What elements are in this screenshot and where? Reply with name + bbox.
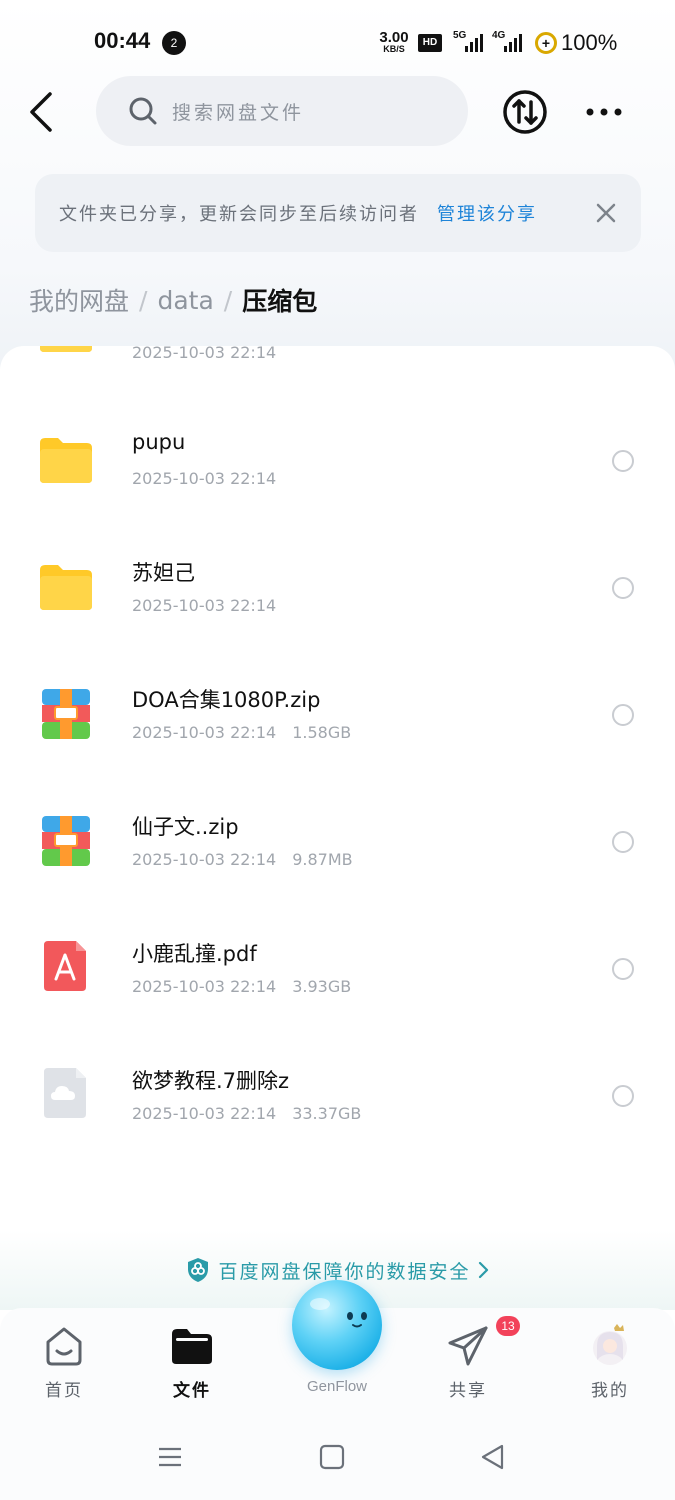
select-radio[interactable] (612, 958, 634, 980)
shield-icon (188, 1258, 209, 1282)
nav-mine-label: 我的 (591, 1381, 629, 1401)
network-speed-value: 3.00 (379, 29, 409, 46)
file-name: 小鹿乱撞.pdf (132, 942, 257, 966)
file-name: pupu (132, 430, 186, 454)
status-bar: 00:44 2 3.00 KB/S HD 5G 4G + 100% (0, 0, 675, 80)
genflow-button[interactable] (292, 1280, 382, 1370)
select-radio[interactable] (612, 577, 634, 599)
back-button[interactable] (22, 90, 62, 134)
file-date: 2025-10-03 22:14 (132, 346, 277, 362)
share-notice-message: 文件夹已分享，更新会同步至后续访问者 (59, 204, 419, 225)
file-size: 3.93GB (292, 977, 352, 996)
avatar (593, 1324, 627, 1365)
zip-archive-icon (42, 816, 90, 866)
system-navigation-bar (0, 1420, 675, 1500)
menu-icon[interactable] (155, 1442, 185, 1472)
transfer-icon (503, 90, 547, 134)
nav-share-label: 共享 (449, 1381, 487, 1401)
file-meta: 2025-10-03 22:14 9.87MB (132, 850, 353, 869)
share-notification-badge: 13 (496, 1316, 520, 1336)
pdf-icon (44, 941, 86, 991)
breadcrumb-separator: / (139, 285, 148, 315)
file-name: DOA合集1080P.zip (132, 688, 321, 712)
file-meta: 2025-10-03 22:14 33.37GB (132, 1104, 361, 1123)
file-size: 1.58GB (292, 723, 352, 742)
nav-genflow-label: GenFlow (306, 1378, 368, 1395)
file-name: 欲梦教程.7删除z (132, 1069, 290, 1093)
manage-share-link[interactable]: 管理该分享 (437, 200, 537, 226)
back-triangle-icon[interactable] (478, 1442, 508, 1472)
search-icon (129, 97, 157, 125)
status-time: 00:44 (94, 28, 151, 53)
network-speed: 3.00 KB/S (376, 30, 412, 54)
select-radio[interactable] (612, 1085, 634, 1107)
select-radio[interactable] (612, 831, 634, 853)
chevron-right-icon (478, 1261, 488, 1279)
chevron-left-icon (30, 92, 52, 132)
breadcrumb-item-data[interactable]: data (157, 286, 213, 315)
close-icon[interactable] (595, 202, 617, 224)
folder-icon (40, 565, 92, 610)
search-input[interactable]: 搜索网盘文件 (96, 76, 468, 146)
breadcrumb-separator: / (223, 285, 233, 315)
nav-mine[interactable]: 我的 (560, 1308, 660, 1420)
home-square-icon[interactable] (317, 1442, 347, 1472)
folder-icon (40, 438, 92, 483)
file-meta: 2025-10-03 22:14 (132, 346, 276, 362)
file-date: 2025-10-03 22:14 (132, 723, 277, 742)
select-radio[interactable] (612, 450, 634, 472)
file-date: 2025-10-03 22:14 (132, 469, 277, 488)
nav-files[interactable]: 文件 (142, 1308, 242, 1420)
file-size: 9.87MB (292, 850, 353, 869)
nav-home-label: 首页 (45, 1381, 83, 1401)
paper-plane-icon (448, 1326, 488, 1366)
more-dots-icon (586, 108, 622, 116)
file-date: 2025-10-03 22:14 (132, 1104, 277, 1123)
select-radio[interactable] (612, 704, 634, 726)
folder-icon (40, 346, 92, 352)
unknown-file-cloud-icon (44, 1068, 86, 1118)
battery-saver-icon: + (535, 32, 557, 54)
file-size: 33.37GB (292, 1104, 362, 1123)
file-date: 2025-10-03 22:14 (132, 596, 277, 615)
transfer-list-button[interactable] (502, 89, 548, 135)
more-options-button[interactable] (584, 100, 624, 124)
file-row[interactable]: 仙子文..zip 2025-10-03 22:14 9.87MB (0, 777, 675, 904)
file-row[interactable]: 苏妲己 2025-10-03 22:14 (0, 523, 675, 650)
file-list: 2025-10-03 22:14 pupu 2025-10-03 22:14 苏… (0, 346, 675, 1246)
network-speed-unit: KB/S (383, 44, 405, 54)
file-row[interactable]: DOA合集1080P.zip 2025-10-03 22:14 1.58GB (0, 650, 675, 777)
notification-count-badge: 2 (162, 31, 186, 55)
genflow-face-icon (310, 1298, 367, 1328)
nav-files-label: 文件 (173, 1381, 211, 1401)
file-row[interactable]: pupu 2025-10-03 22:14 (0, 396, 675, 523)
share-notice-banner: 文件夹已分享，更新会同步至后续访问者 管理该分享 (35, 174, 641, 252)
file-date: 2025-10-03 22:14 (132, 850, 277, 869)
file-meta: 2025-10-03 22:14 1.58GB (132, 723, 351, 742)
hd-voice-icon: HD (418, 34, 442, 52)
file-date: 2025-10-03 22:14 (132, 977, 277, 996)
zip-archive-icon (42, 689, 90, 739)
breadcrumb-item-my-disk[interactable]: 我的网盘 (29, 282, 129, 318)
file-meta: 2025-10-03 22:14 (132, 469, 276, 488)
battery-percentage: 100% (561, 30, 618, 55)
breadcrumb-current: 压缩包 (242, 287, 318, 316)
search-placeholder: 搜索网盘文件 (172, 101, 305, 124)
file-meta: 2025-10-03 22:14 3.93GB (132, 977, 351, 996)
file-row[interactable]: 2025-10-03 22:14 (0, 346, 675, 393)
folder-filled-icon (172, 1329, 212, 1364)
home-icon (46, 1327, 82, 1366)
nav-home[interactable]: 首页 (14, 1308, 114, 1420)
file-name: 仙子文..zip (132, 815, 239, 839)
file-row[interactable]: 小鹿乱撞.pdf 2025-10-03 22:14 3.93GB (0, 904, 675, 1031)
breadcrumb: 我的网盘 / data / 压缩包 (29, 282, 317, 318)
file-name: 苏妲己 (132, 561, 195, 585)
file-row[interactable]: 欲梦教程.7删除z 2025-10-03 22:14 33.37GB (0, 1031, 675, 1158)
file-meta: 2025-10-03 22:14 (132, 596, 276, 615)
